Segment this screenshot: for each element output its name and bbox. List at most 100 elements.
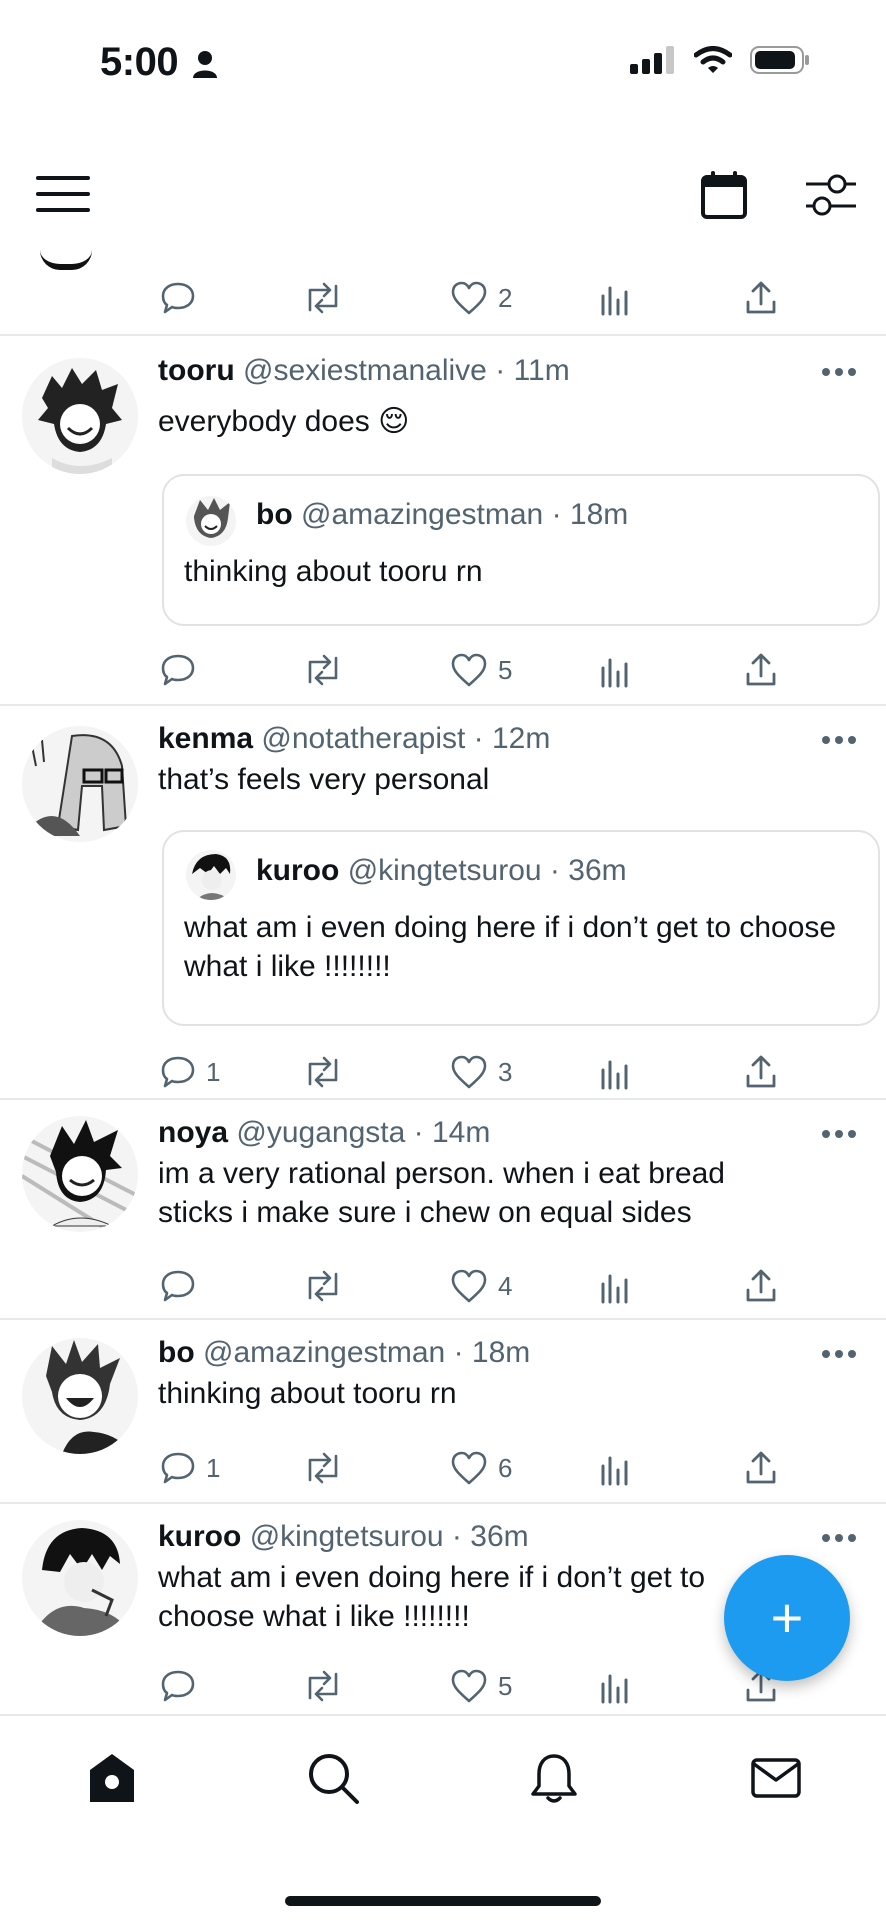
retweet-button[interactable] <box>302 648 344 692</box>
display-name[interactable]: tooru <box>158 354 235 387</box>
display-name[interactable]: bo <box>158 1336 195 1369</box>
share-button[interactable] <box>744 648 778 692</box>
share-button[interactable] <box>744 1446 778 1490</box>
heart-icon <box>451 1451 487 1485</box>
reply-button[interactable] <box>160 1664 206 1708</box>
more-icon[interactable] <box>822 1534 856 1544</box>
like-button[interactable]: 6 <box>450 1446 512 1490</box>
bell-icon[interactable] <box>526 1750 582 1806</box>
sliders-icon[interactable] <box>804 170 856 220</box>
separator: · <box>453 1336 464 1369</box>
tweet-header: kuroo @kingtetsurou · 36m <box>158 1520 529 1554</box>
home-indicator <box>285 1896 601 1906</box>
status-bar: 5:00 <box>0 0 886 130</box>
views-button[interactable] <box>598 1446 632 1490</box>
tweet-header: kenma @notatherapist · 12m <box>158 722 550 756</box>
views-button[interactable] <box>598 1264 632 1308</box>
reply-button[interactable] <box>160 1264 206 1308</box>
username[interactable]: @yugangsta <box>236 1116 405 1149</box>
tweet[interactable]: kenma @notatherapist · 12m that’s feels … <box>0 706 886 1098</box>
retweet-button[interactable] <box>302 1264 344 1308</box>
hamburger-menu-icon[interactable] <box>36 176 90 212</box>
wifi-icon <box>694 46 732 73</box>
quoted-tweet[interactable]: kuroo @kingtetsurou · 36m what am i even… <box>162 830 880 1026</box>
compose-button[interactable]: + <box>724 1555 850 1681</box>
reply-icon <box>161 1452 195 1484</box>
share-button[interactable] <box>744 276 778 320</box>
like-button[interactable]: 5 <box>450 648 512 692</box>
views-button[interactable] <box>598 1664 632 1708</box>
more-icon[interactable] <box>822 1130 856 1140</box>
username[interactable]: @kingtetsurou <box>250 1520 444 1553</box>
username[interactable]: @amazingestman <box>203 1336 445 1369</box>
username: @amazingestman <box>301 498 544 531</box>
views-button[interactable] <box>598 276 632 320</box>
more-icon[interactable] <box>822 368 856 378</box>
avatar[interactable] <box>22 1116 138 1232</box>
reply-count: 1 <box>206 1056 221 1087</box>
username[interactable]: @notatherapist <box>261 722 465 755</box>
tweet[interactable]: tooru @sexiestmanalive · 11m everybody d… <box>0 336 886 704</box>
display-name[interactable]: noya <box>158 1116 228 1149</box>
avatar[interactable] <box>22 1520 138 1636</box>
avatar <box>186 850 236 900</box>
retweet-button[interactable] <box>302 1050 344 1094</box>
username[interactable]: @sexiestmanalive <box>243 354 487 387</box>
views-button[interactable] <box>598 648 632 692</box>
views-icon <box>601 1274 628 1304</box>
share-button[interactable] <box>744 1264 778 1308</box>
like-button[interactable]: 5 <box>450 1664 512 1708</box>
like-count: 5 <box>498 1670 513 1701</box>
avatar[interactable] <box>22 358 138 474</box>
display-name[interactable]: kuroo <box>158 1520 241 1553</box>
home-icon[interactable] <box>84 1750 140 1806</box>
reply-button[interactable] <box>160 648 206 692</box>
share-icon <box>746 653 776 686</box>
more-icon[interactable] <box>822 736 856 746</box>
like-button[interactable]: 2 <box>450 276 512 320</box>
tweet-actions: 5 <box>0 648 886 692</box>
calendar-icon[interactable] <box>700 170 748 220</box>
timestamp: 18m <box>471 1336 531 1369</box>
separator: · <box>495 354 506 387</box>
like-count: 5 <box>498 654 513 685</box>
mail-icon[interactable] <box>748 1750 804 1806</box>
views-icon <box>601 658 628 688</box>
heart-icon <box>451 653 487 687</box>
tweet-header: bo @amazingestman · 18m <box>158 1336 530 1370</box>
quote-header: bo @amazingestman · 18m <box>256 498 628 532</box>
tweet[interactable]: noya @yugangsta · 14m im a very rational… <box>0 1100 886 1318</box>
reply-button[interactable] <box>160 276 206 320</box>
avatar[interactable] <box>22 1338 138 1454</box>
retweet-icon <box>308 1056 338 1088</box>
share-button[interactable] <box>744 1050 778 1094</box>
search-icon[interactable] <box>305 1750 361 1806</box>
tweet[interactable]: bo @amazingestman · 18m thinking about t… <box>0 1320 886 1502</box>
display-name[interactable]: kenma <box>158 722 253 755</box>
like-button[interactable]: 3 <box>450 1050 512 1094</box>
retweet-button[interactable] <box>302 1446 344 1490</box>
status-time: 5:00 <box>100 40 179 84</box>
more-icon[interactable] <box>822 1350 856 1360</box>
avatar <box>186 496 236 546</box>
views-icon <box>601 1674 628 1704</box>
tweet-actions: 1 3 <box>0 1050 886 1094</box>
cellular-signal-icon <box>630 46 674 74</box>
separator: · <box>551 498 562 531</box>
tweet-text: everybody does 😌 <box>158 405 410 438</box>
share-icon <box>746 1269 776 1302</box>
reply-button[interactable]: 1 <box>160 1050 220 1094</box>
quoted-tweet[interactable]: bo @amazingestman · 18m thinking about t… <box>162 474 880 626</box>
quote-header: kuroo @kingtetsurou · 36m <box>256 854 627 888</box>
retweet-button[interactable] <box>302 276 344 320</box>
avatar[interactable] <box>22 726 138 842</box>
like-button[interactable]: 4 <box>450 1264 512 1308</box>
tweet-text: that’s feels very personal <box>158 763 490 796</box>
top-header <box>0 150 886 240</box>
views-button[interactable] <box>598 1050 632 1094</box>
timeline-feed[interactable]: 2 tooru @sexiestmanalive · 11m everybody… <box>0 240 886 1715</box>
timestamp: 11m <box>513 354 570 387</box>
reply-button[interactable]: 1 <box>160 1446 220 1490</box>
retweet-icon <box>308 1670 338 1702</box>
retweet-button[interactable] <box>302 1664 344 1708</box>
